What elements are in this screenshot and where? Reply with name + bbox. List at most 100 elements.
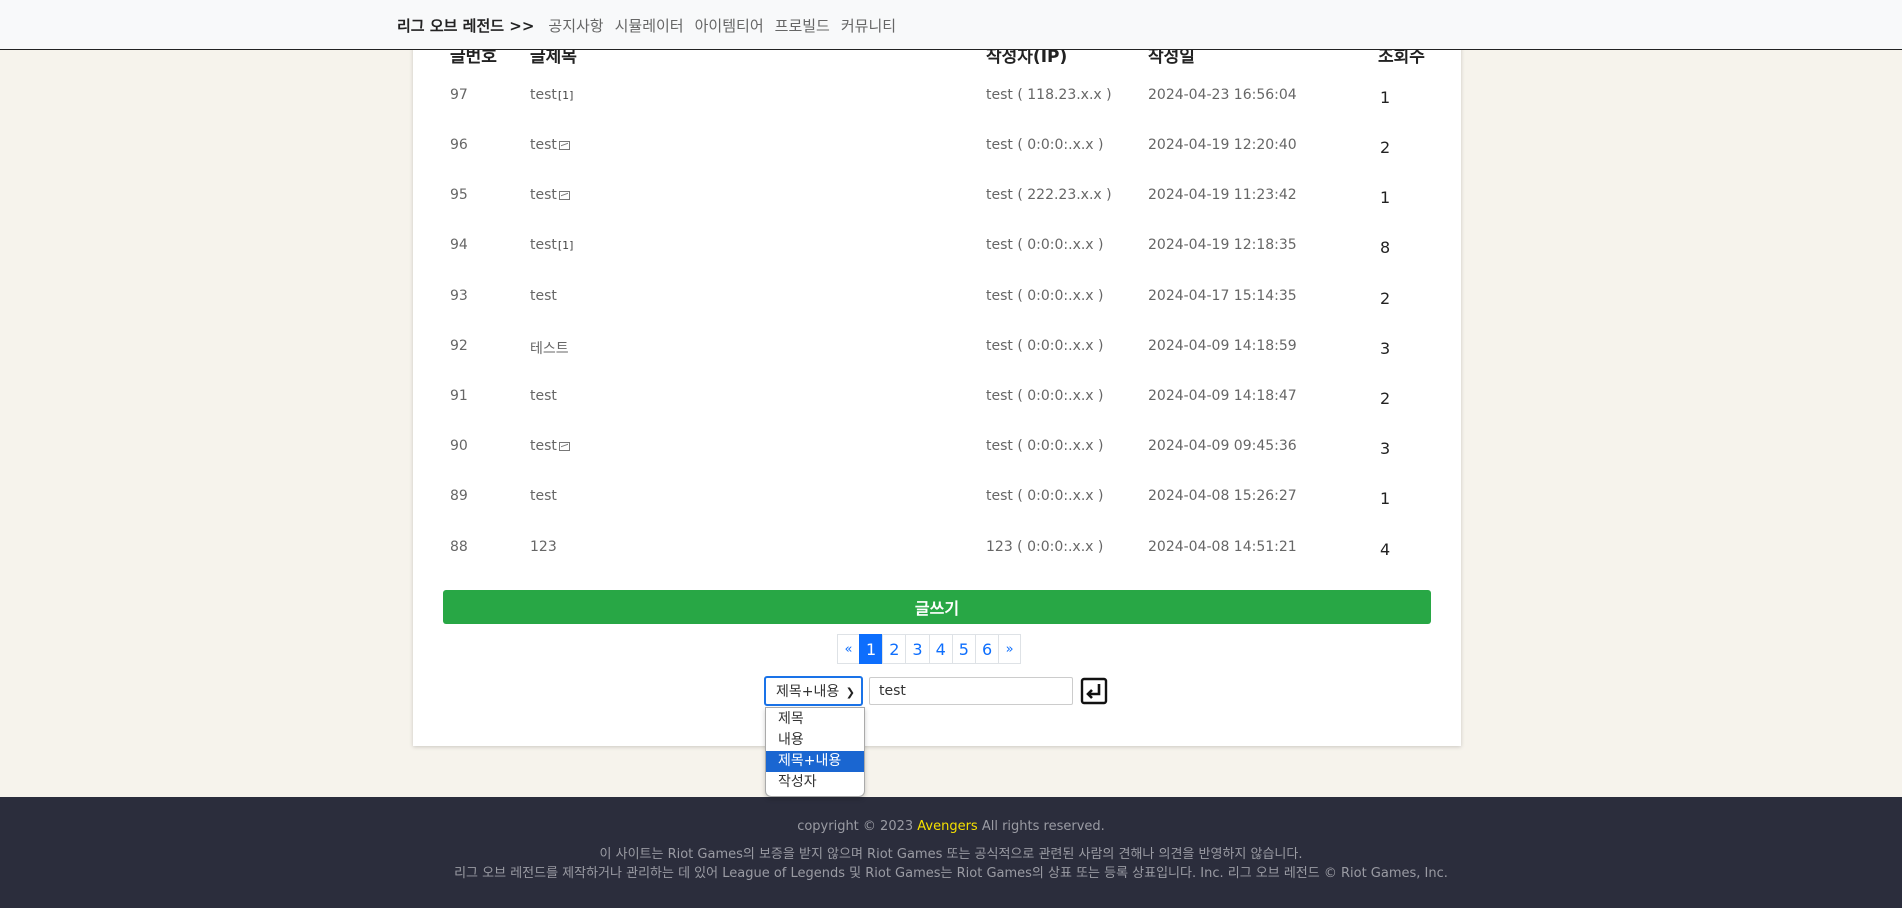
search-type-select[interactable]: 제목+내용 ❯ [764, 676, 863, 706]
search-type-dropdown: 제목 내용 제목+내용 작성자 [765, 707, 865, 797]
nav-inner: 리그 오브 레전드 >> 공지사항 시뮬레이터 아이템티어 프로빌드 커뮤니티 [397, 0, 907, 50]
post-date: 2024-04-19 12:20:40 [1148, 137, 1297, 153]
footer-disclaimer: 이 사이트는 Riot Games의 보증을 받지 않으며 Riot Games… [599, 847, 1303, 862]
post-writer: test ( 222.23.x.x ) [986, 187, 1112, 203]
post-writer: 123 ( 0:0:0:.x.x ) [986, 539, 1104, 555]
table-row[interactable]: 88 123 123 ( 0:0:0:.x.x ) 2024-04-08 14:51:… [413, 539, 1461, 589]
post-date: 2024-04-09 09:45:36 [1148, 438, 1297, 454]
table-row[interactable]: 89 test test ( 0:0:0:.x.x ) 2024-04-08 15:2… [413, 488, 1461, 538]
post-title[interactable]: 123 [530, 539, 558, 555]
pagination: « 1 2 3 4 5 6 » [837, 634, 1022, 664]
search-input-value: test [879, 683, 906, 699]
post-writer: test ( 0:0:0:.x.x ) [986, 338, 1104, 354]
post-number: 94 [450, 237, 468, 253]
page-button-1[interactable]: 1 [859, 634, 884, 664]
post-writer: test ( 0:0:0:.x.x ) [986, 237, 1104, 253]
post-number: 90 [450, 438, 468, 454]
footer: copyright © 2023 Avengers All rights res… [0, 797, 1902, 908]
post-title-text[interactable]: 123 [530, 539, 557, 555]
footer-copyright-prefix: copyright © 2023 [797, 819, 918, 834]
post-views: 8 [1380, 238, 1391, 257]
post-views: 3 [1380, 339, 1391, 358]
search-option-title-content[interactable]: 제목+내용 [766, 751, 864, 772]
comment-count-badge: [1] [557, 89, 574, 102]
post-writer: test ( 0:0:0:.x.x ) [986, 488, 1104, 504]
post-writer: test ( 0:0:0:.x.x ) [986, 438, 1104, 454]
table-row[interactable]: 92 테스트 test ( 0:0:0:.x.x ) 2024-04-09 14:18… [413, 338, 1461, 388]
nav-brand[interactable]: 리그 오브 레전드 >> [397, 15, 534, 36]
post-views: 1 [1380, 188, 1391, 207]
table-row[interactable]: 96 test test ( 0:0:0:.x.x ) 2024-04-19 12:2… [413, 137, 1461, 187]
post-title[interactable]: test[1] [530, 87, 573, 103]
post-title-text[interactable]: test [530, 87, 557, 103]
post-date: 2024-04-23 16:56:04 [1148, 87, 1297, 103]
page-button-6[interactable]: 6 [974, 634, 1000, 664]
page-button-2[interactable]: 2 [882, 634, 907, 664]
table-row[interactable]: 97 test[1] test ( 118.23.x.x ) 2024-04-23 1… [413, 87, 1461, 137]
table-row[interactable]: 91 test test ( 0:0:0:.x.x ) 2024-04-09 14:1… [413, 388, 1461, 438]
table-row[interactable]: 94 test[1] test ( 0:0:0:.x.x ) 2024-04-19 1… [413, 237, 1461, 287]
nav-link-simulator[interactable]: 시뮬레이터 [615, 15, 684, 36]
search-input[interactable]: test [869, 677, 1073, 705]
search-option-title[interactable]: 제목 [766, 709, 864, 730]
enter-icon[interactable] [1080, 677, 1108, 705]
post-views: 4 [1380, 540, 1391, 559]
table-row[interactable]: 95 test test ( 222.23.x.x ) 2024-04-19 11:2… [413, 187, 1461, 237]
post-number: 91 [450, 388, 468, 404]
post-date: 2024-04-09 14:18:47 [1148, 388, 1297, 404]
post-date: 2024-04-17 15:14:35 [1148, 288, 1297, 304]
search-option-writer[interactable]: 작성자 [766, 772, 864, 793]
post-title-text[interactable]: 테스트 [530, 341, 569, 357]
post-title[interactable]: test [530, 187, 570, 203]
image-attachment-icon [558, 191, 570, 200]
table-row[interactable]: 93 test test ( 0:0:0:.x.x ) 2024-04-17 15:1… [413, 288, 1461, 338]
post-title-text[interactable]: test [530, 137, 557, 153]
post-title[interactable]: test [530, 388, 558, 404]
table-row[interactable]: 90 test test ( 0:0:0:.x.x ) 2024-04-09 09:4… [413, 438, 1461, 488]
nav-link-item-tier[interactable]: 아이템티어 [695, 15, 764, 36]
page-button-3[interactable]: 3 [905, 634, 930, 664]
post-title-text[interactable]: test [530, 237, 557, 253]
post-title[interactable]: test[1] [530, 237, 573, 253]
page-prev-button[interactable]: « [837, 634, 860, 664]
post-date: 2024-04-08 14:51:21 [1148, 539, 1297, 555]
page-button-5[interactable]: 5 [951, 634, 976, 664]
comment-count-badge: [1] [557, 239, 574, 252]
post-writer: test ( 118.23.x.x ) [986, 87, 1112, 103]
post-views: 3 [1380, 439, 1391, 458]
nav-link-notice[interactable]: 공지사항 [548, 15, 603, 36]
post-date: 2024-04-08 15:26:27 [1148, 488, 1297, 504]
post-title-text[interactable]: test [530, 488, 557, 504]
post-title-text[interactable]: test [530, 388, 557, 404]
page-button-4[interactable]: 4 [928, 634, 953, 664]
search-option-content[interactable]: 내용 [766, 730, 864, 751]
post-title[interactable]: 테스트 [530, 338, 570, 358]
post-views: 2 [1380, 138, 1391, 157]
nav-link-probuild[interactable]: 프로빌드 [775, 15, 830, 36]
write-post-button[interactable]: 글쓰기 [443, 590, 1431, 624]
image-attachment-icon [558, 141, 570, 150]
chevron-down-icon: ❯ [845, 686, 855, 699]
post-title[interactable]: test [530, 137, 570, 153]
post-title-text[interactable]: test [530, 438, 557, 454]
post-title[interactable]: test [530, 288, 558, 304]
post-title-text[interactable]: test [530, 288, 557, 304]
post-date: 2024-04-19 12:18:35 [1148, 237, 1297, 253]
search-type-value: 제목+내용 [776, 684, 840, 700]
post-title[interactable]: test [530, 488, 558, 504]
nav-link-community[interactable]: 커뮤니티 [841, 15, 896, 36]
post-writer: test ( 0:0:0:.x.x ) [986, 288, 1104, 304]
post-views: 2 [1380, 389, 1391, 408]
footer-brand: Avengers [917, 819, 978, 834]
post-number: 92 [450, 338, 468, 354]
post-title[interactable]: test [530, 438, 570, 454]
top-navbar: 리그 오브 레전드 >> 공지사항 시뮬레이터 아이템티어 프로빌드 커뮤니티 [0, 0, 1902, 50]
image-attachment-icon [558, 442, 570, 451]
post-number: 88 [450, 539, 468, 555]
post-date: 2024-04-19 11:23:42 [1148, 187, 1297, 203]
post-writer: test ( 0:0:0:.x.x ) [986, 137, 1104, 153]
footer-copyright-suffix: All rights reserved. [977, 819, 1105, 834]
post-views: 1 [1380, 489, 1391, 508]
post-title-text[interactable]: test [530, 187, 557, 203]
page-next-button[interactable]: » [998, 634, 1022, 664]
